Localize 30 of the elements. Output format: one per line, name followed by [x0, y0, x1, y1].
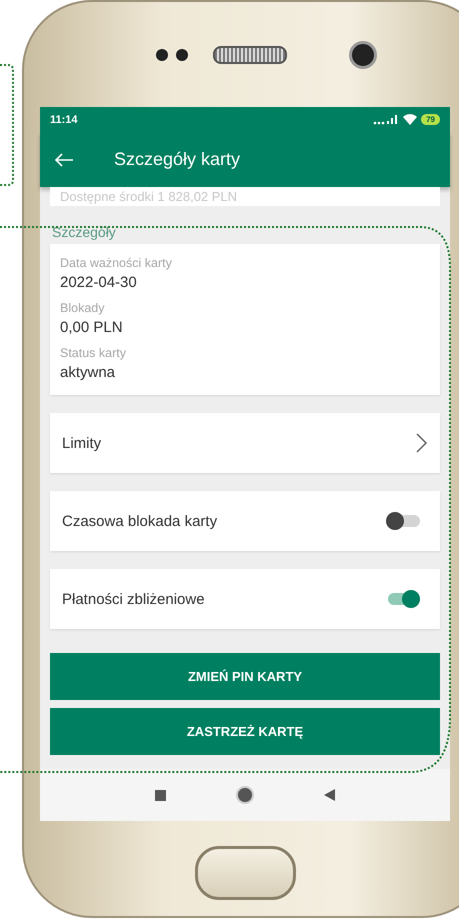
- menu-row[interactable]: Limity: [50, 413, 440, 473]
- triangle-back-icon[interactable]: [324, 789, 335, 801]
- row-label: Płatności zbliżeniowe: [62, 590, 205, 608]
- camera-lens: [349, 40, 377, 68]
- toggle-row[interactable]: Czasowa blokada karty: [50, 491, 440, 551]
- chevron-right-icon: [416, 433, 428, 453]
- detail-value: 2022-04-30: [60, 274, 138, 291]
- section-title: Szczegóły: [51, 223, 117, 242]
- toggle-switch[interactable]: [388, 515, 420, 527]
- square-icon[interactable]: [155, 790, 166, 800]
- battery-level: 79: [421, 114, 440, 125]
- toggle-switch[interactable]: [388, 593, 420, 605]
- detail-value: aktywna: [60, 364, 116, 381]
- sensor-dots-icon: [155, 48, 191, 62]
- screen-title: Szczegóły karty: [114, 149, 240, 170]
- detail-label: Data ważności karty: [60, 256, 173, 270]
- home-circle-icon[interactable]: [236, 786, 254, 804]
- detail-value: 0,00 PLN: [60, 319, 124, 336]
- wifi-icon: [403, 114, 418, 125]
- row-label: Limity: [62, 434, 102, 452]
- action-button[interactable]: ZMIEŃ PIN KARTY: [50, 653, 440, 700]
- row-label: Czasowa blokada karty: [62, 512, 218, 530]
- toggle-row[interactable]: Płatności zbliżeniowe: [50, 569, 440, 629]
- back-arrow-icon[interactable]: [54, 152, 74, 166]
- home-button[interactable]: [194, 846, 296, 900]
- action-button[interactable]: ZASTRZEŻ KARTĘ: [50, 708, 440, 755]
- signal-icon: [373, 114, 400, 124]
- detail-label: Blokady: [60, 301, 106, 315]
- status-time: 11:14: [50, 114, 78, 126]
- detail-label: Status karty: [60, 346, 127, 360]
